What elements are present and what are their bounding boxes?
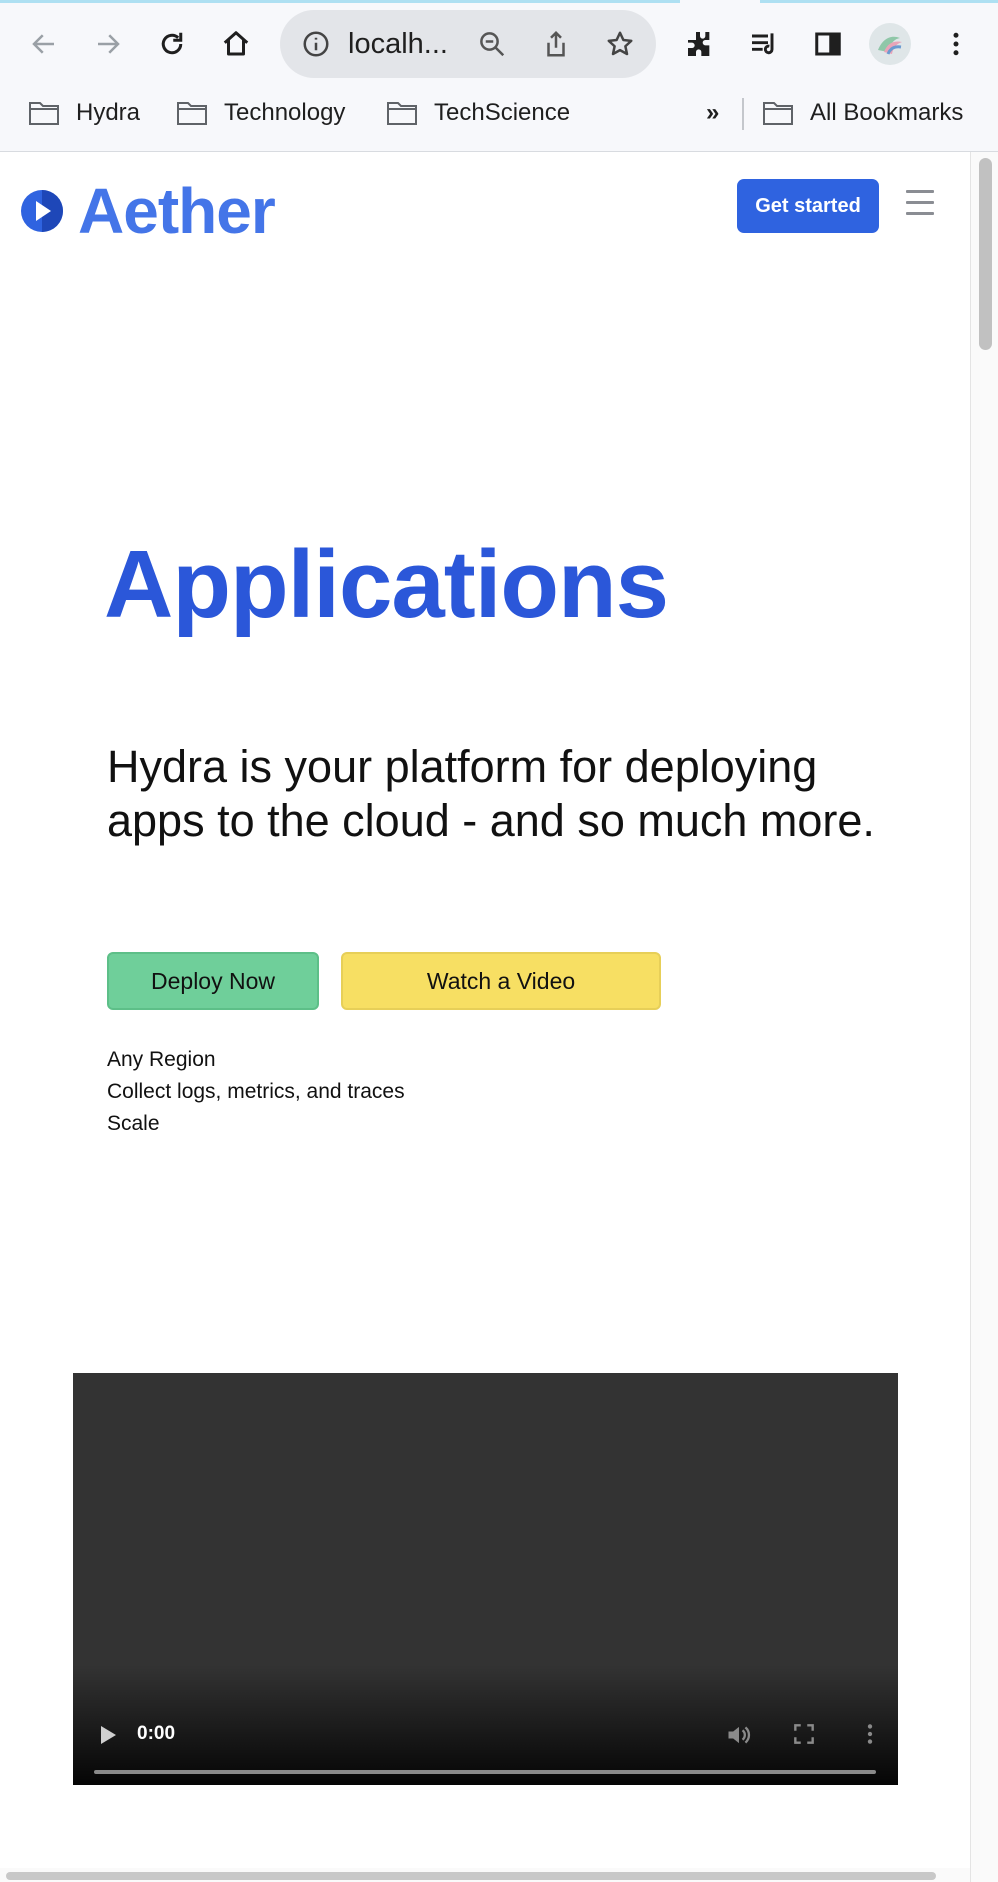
feature-item: Collect logs, metrics, and traces	[107, 1080, 405, 1103]
profile-avatar-icon[interactable]	[868, 22, 912, 66]
all-bookmarks-label: All Bookmarks	[810, 99, 964, 126]
bookmark-technology[interactable]: Technology	[176, 90, 345, 136]
horizontal-scrollbar[interactable]	[0, 1868, 970, 1882]
extensions-icon[interactable]	[678, 22, 722, 66]
reload-icon[interactable]	[150, 22, 194, 66]
bookmark-techscience[interactable]: TechScience	[386, 90, 570, 136]
loading-bar	[0, 0, 998, 3]
scrollbar-thumb[interactable]	[979, 158, 992, 350]
volume-icon[interactable]	[725, 1721, 753, 1749]
play-logo-icon	[21, 190, 63, 232]
hero-title: Applications	[104, 531, 669, 638]
deploy-now-button[interactable]: Deploy Now	[107, 952, 319, 1010]
video-more-icon[interactable]	[857, 1721, 885, 1749]
feature-item: Any Region	[107, 1048, 216, 1071]
all-bookmarks-button[interactable]: All Bookmarks	[762, 90, 963, 136]
folder-icon	[387, 102, 417, 125]
bookmark-star-icon[interactable]	[598, 22, 642, 66]
feature-list: Any Region Collect logs, metrics, and tr…	[107, 1044, 405, 1140]
address-bar[interactable]: localh...	[280, 10, 656, 78]
watch-video-button[interactable]: Watch a Video	[341, 952, 661, 1010]
bookmark-label: TechScience	[434, 99, 571, 126]
bookmark-label: Hydra	[76, 99, 141, 126]
get-started-button[interactable]: Get started	[737, 179, 879, 233]
side-panel-icon[interactable]	[806, 22, 850, 66]
hamburger-menu-icon[interactable]	[906, 190, 936, 220]
hero-subtitle: Hydra is your platform for deploying app…	[107, 741, 875, 846]
forward-icon[interactable]	[86, 22, 130, 66]
browser-toolbar: localh...	[0, 10, 998, 78]
share-icon[interactable]	[534, 22, 578, 66]
bookmarks-bar: Hydra Technology TechScience » All Bookm…	[0, 90, 998, 136]
web-page: Aether Get started Applications Hydra is…	[0, 152, 970, 1868]
bookmarks-separator	[742, 98, 744, 130]
feature-item: Scale	[107, 1112, 160, 1135]
scrollbar-thumb[interactable]	[6, 1872, 936, 1880]
browser-menu-icon[interactable]	[934, 22, 978, 66]
back-icon[interactable]	[22, 22, 66, 66]
play-icon[interactable]	[97, 1723, 121, 1747]
folder-icon	[763, 102, 793, 125]
vertical-scrollbar[interactable]	[970, 152, 998, 1882]
folder-icon	[177, 102, 207, 125]
zoom-out-icon[interactable]	[470, 22, 514, 66]
fullscreen-icon[interactable]	[791, 1721, 819, 1749]
site-info-icon[interactable]	[294, 22, 338, 66]
media-control-icon[interactable]	[742, 22, 786, 66]
bookmark-label: Technology	[224, 99, 346, 126]
bookmark-hydra[interactable]: Hydra	[28, 90, 140, 136]
bookmarks-overflow-button[interactable]: »	[706, 90, 719, 136]
url-text[interactable]: localh...	[348, 28, 448, 61]
video-progress-bar[interactable]	[94, 1770, 876, 1774]
folder-icon	[29, 102, 59, 125]
video-time: 0:00	[137, 1723, 176, 1744]
browser-chrome: localh... Hydra Technology TechScience »…	[0, 0, 998, 152]
video-controls-shade	[73, 1665, 898, 1785]
brand-name: Aether	[78, 175, 276, 247]
brand-logo[interactable]: Aether	[20, 174, 276, 248]
video-player[interactable]: 0:00	[73, 1373, 898, 1785]
home-icon[interactable]	[214, 22, 258, 66]
